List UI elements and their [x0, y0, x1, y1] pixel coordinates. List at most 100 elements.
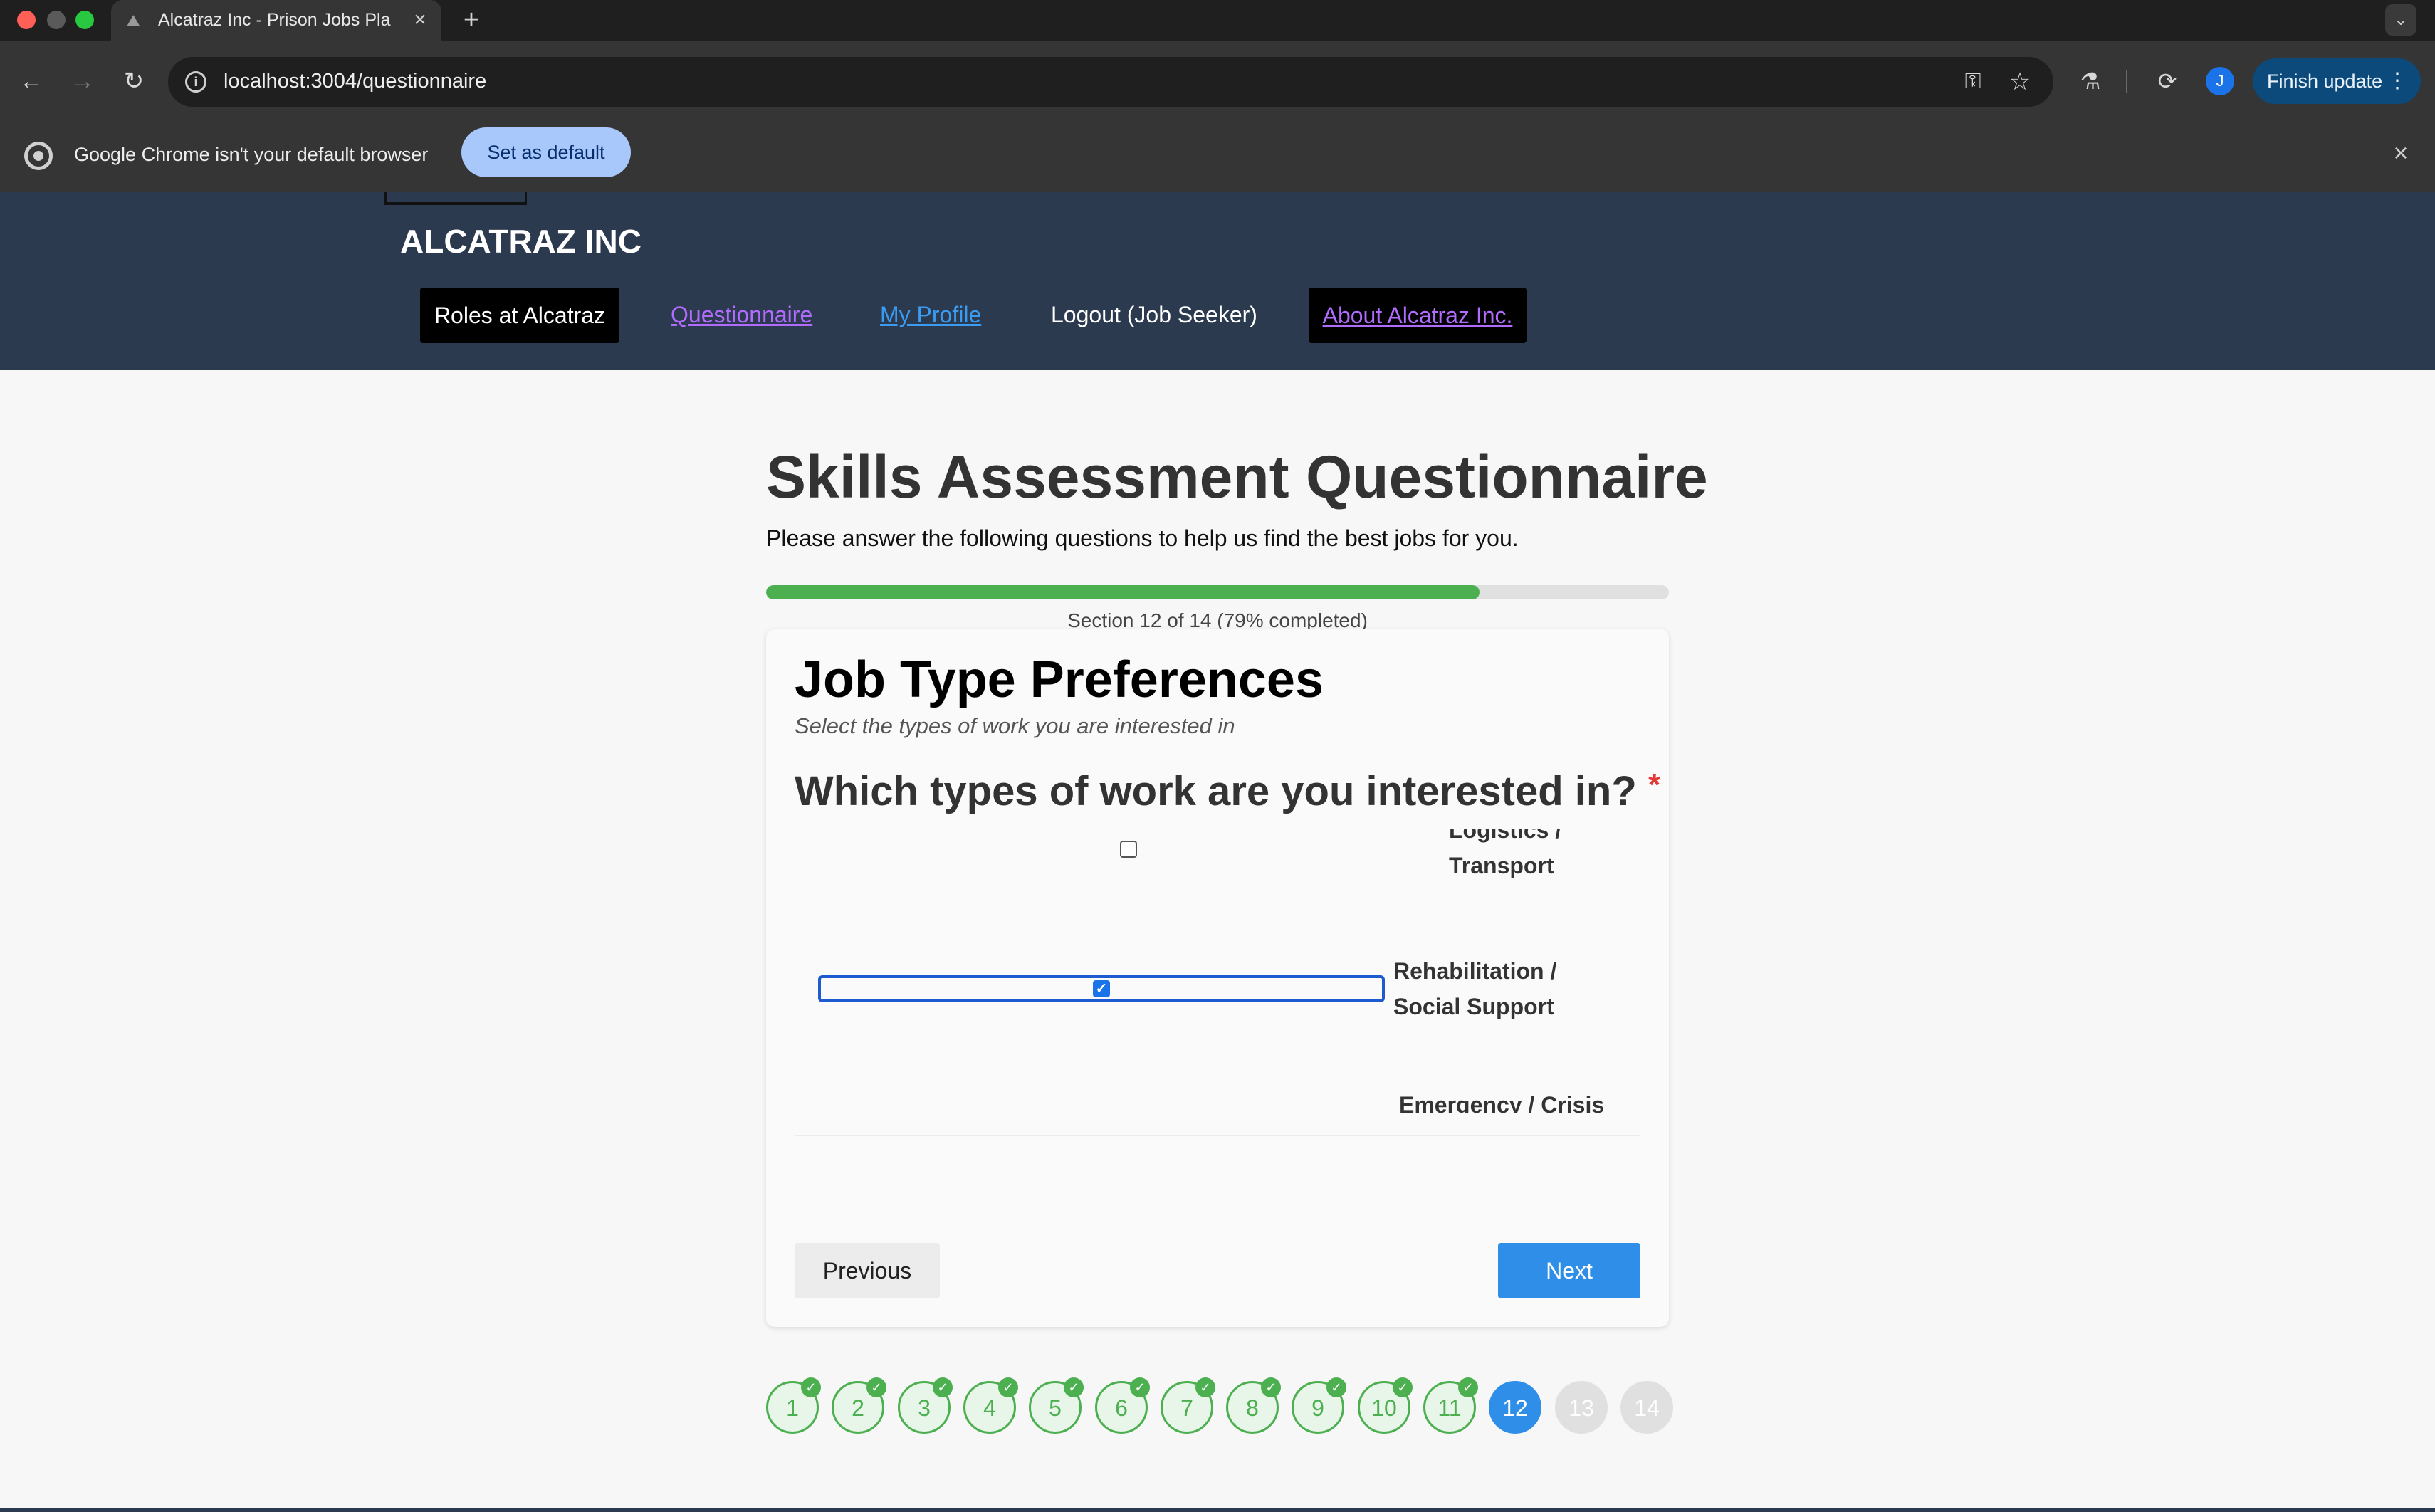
url-text[interactable]: localhost:3004/questionnaire: [224, 70, 486, 93]
nav-logout-link[interactable]: Logout (Job Seeker): [1051, 302, 1257, 328]
step-6[interactable]: 6 ✓: [1095, 1377, 1150, 1434]
back-arrow-icon[interactable]: ←: [14, 64, 48, 98]
default-browser-infobar: Google Chrome isn't your default browser…: [0, 120, 2435, 192]
check-icon: ✓: [1261, 1377, 1281, 1397]
option-label: Emergency / Crisis: [1399, 1087, 1604, 1113]
section-title: Job Type Preferences: [795, 651, 1324, 708]
step-7[interactable]: 7 ✓: [1161, 1377, 1215, 1434]
browser-tab-bar: ⛰ Alcatraz Inc - Prison Jobs Pla × + ⌄: [0, 0, 2435, 41]
previous-button[interactable]: Previous: [795, 1243, 940, 1298]
maximize-window-button[interactable]: [75, 11, 94, 29]
check-icon: ✓: [1130, 1377, 1150, 1397]
step-number: 14: [1634, 1395, 1660, 1421]
step-2[interactable]: 2 ✓: [832, 1377, 886, 1434]
options-list[interactable]: Logistics / Transport ✓ Rehabilitation /…: [795, 829, 1640, 1113]
option-emergency-crisis[interactable]: Emergency / Crisis: [795, 1087, 1640, 1113]
browser-toolbar: ← → ↻ i localhost:3004/questionnaire ⚿ ☆…: [0, 41, 2435, 120]
site-logo: [384, 192, 527, 205]
section-subtitle: Select the types of work you are interes…: [795, 713, 1235, 738]
page-title: Skills Assessment Questionnaire: [766, 443, 1708, 510]
step-number: 8: [1246, 1395, 1259, 1421]
step-4[interactable]: 4 ✓: [963, 1377, 1018, 1434]
more-menu-icon: ⋮: [2387, 69, 2408, 93]
option-label-line: Rehabilitation /: [1393, 958, 1557, 984]
bookmark-star-icon[interactable]: ☆: [2005, 68, 2035, 95]
step-3[interactable]: 3 ✓: [898, 1377, 953, 1434]
nav-questionnaire-link[interactable]: Questionnaire: [671, 302, 812, 328]
step-5[interactable]: 5 ✓: [1029, 1377, 1084, 1434]
step-1[interactable]: 1 ✓: [766, 1377, 821, 1434]
progress-fill: [766, 585, 1480, 599]
nav-about-link[interactable]: About Alcatraz Inc.: [1309, 288, 1527, 343]
site-footer-edge: [0, 1508, 2435, 1512]
check-icon: ✓: [1195, 1377, 1215, 1397]
step-14[interactable]: 14: [1620, 1381, 1673, 1434]
progress-bar: [766, 585, 1669, 599]
forward-arrow-icon[interactable]: →: [66, 64, 100, 98]
step-13[interactable]: 13: [1555, 1381, 1608, 1434]
reload-icon[interactable]: ↻: [117, 64, 151, 98]
profile-avatar[interactable]: J: [2206, 67, 2234, 95]
new-tab-icon[interactable]: +: [456, 4, 487, 36]
step-number: 11: [1438, 1395, 1462, 1421]
labs-flask-icon[interactable]: ⚗: [2073, 64, 2107, 98]
question-card: Job Type Preferences Select the types of…: [766, 629, 1669, 1327]
step-number: 4: [983, 1395, 996, 1421]
finish-update-button[interactable]: Finish update ⋮: [2253, 58, 2421, 104]
option-checkbox-checked[interactable]: ✓: [1093, 980, 1110, 997]
close-window-button[interactable]: [17, 11, 36, 29]
close-infobar-icon[interactable]: ×: [2384, 136, 2418, 170]
nav-roles-link[interactable]: Roles at Alcatraz: [420, 288, 619, 343]
option-rehabilitation-social-support[interactable]: ✓ Rehabilitation / Social Support: [795, 829, 1640, 1043]
step-8[interactable]: 8 ✓: [1226, 1377, 1281, 1434]
browser-tab[interactable]: ⛰ Alcatraz Inc - Prison Jobs Pla ×: [111, 0, 441, 41]
infobar-message: Google Chrome isn't your default browser: [74, 144, 429, 165]
next-button[interactable]: Next: [1498, 1243, 1640, 1298]
step-11[interactable]: 11 ✓: [1423, 1377, 1478, 1434]
set-default-button[interactable]: Set as default: [461, 127, 631, 177]
step-number: 3: [918, 1395, 931, 1421]
address-bar[interactable]: i localhost:3004/questionnaire ⚿ ☆: [168, 57, 2053, 107]
step-number: 13: [1569, 1395, 1594, 1421]
minimize-window-button[interactable]: [47, 11, 66, 29]
step-number: 9: [1311, 1395, 1324, 1421]
step-number: 6: [1115, 1395, 1128, 1421]
step-10[interactable]: 10 ✓: [1358, 1377, 1413, 1434]
step-number: 7: [1180, 1395, 1193, 1421]
site-info-icon[interactable]: i: [185, 71, 206, 93]
check-icon: ✓: [1458, 1377, 1478, 1397]
step-number: 5: [1049, 1395, 1062, 1421]
tab-search-icon[interactable]: ⌄: [2385, 4, 2416, 36]
finish-update-label: Finish update: [2267, 70, 2383, 92]
required-marker: *: [1648, 767, 1661, 802]
favicon-icon: ⛰: [127, 11, 140, 29]
tab-close-icon[interactable]: ×: [407, 7, 433, 33]
step-number: 2: [852, 1395, 864, 1421]
check-icon: ✓: [933, 1377, 953, 1397]
toolbar-divider: [2126, 70, 2127, 93]
question-label: Which types of work are you interested i…: [795, 768, 1637, 814]
section-stepper: 1 ✓ 2 ✓ 3 ✓ 4 ✓ 5 ✓ 6 ✓ 7 ✓ 8 ✓ 9 ✓ 10 ✓ 11 ✓ 12 13 14: [766, 1377, 1673, 1438]
performance-icon[interactable]: ⟳: [2150, 64, 2184, 98]
option-label-line: Emergency / Crisis: [1399, 1092, 1605, 1113]
option-label: Rehabilitation / Social Support: [1393, 953, 1556, 1024]
check-icon: ✓: [801, 1377, 821, 1397]
check-icon: ✓: [1393, 1377, 1413, 1397]
check-icon: ✓: [866, 1377, 886, 1397]
step-number: 10: [1371, 1395, 1397, 1421]
step-12[interactable]: 12: [1489, 1381, 1541, 1434]
tab-title: Alcatraz Inc - Prison Jobs Pla: [158, 10, 391, 30]
card-divider: [795, 1135, 1640, 1136]
step-number: 12: [1502, 1395, 1528, 1421]
check-icon: ✓: [1326, 1377, 1346, 1397]
password-key-icon[interactable]: ⚿: [1958, 68, 1988, 95]
step-9[interactable]: 9 ✓: [1292, 1377, 1346, 1434]
check-icon: ✓: [1064, 1377, 1084, 1397]
nav-profile-link[interactable]: My Profile: [880, 302, 981, 328]
page-subtitle: Please answer the following questions to…: [766, 525, 1519, 551]
site-header: ALCATRAZ INC Roles at Alcatraz Questionn…: [0, 192, 2435, 370]
brand-title: ALCATRAZ INC: [400, 223, 642, 260]
option-label-line: Social Support: [1393, 994, 1554, 1019]
check-icon: ✓: [998, 1377, 1018, 1397]
chrome-logo-icon: [24, 142, 53, 170]
